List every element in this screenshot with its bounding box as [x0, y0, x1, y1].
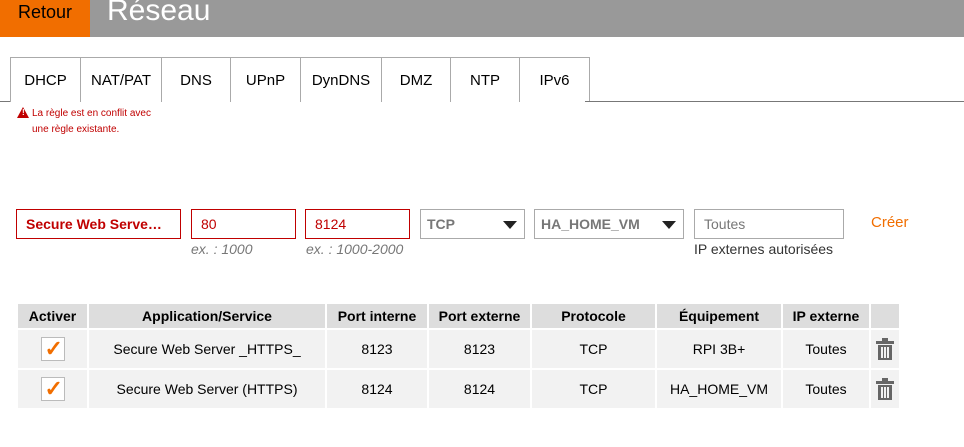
trash-icon[interactable] — [875, 377, 895, 401]
activate-cell: ✓ — [18, 370, 87, 408]
device-select-value: HA_HOME_VM — [541, 216, 640, 232]
service-select[interactable]: Secure Web Serve… — [16, 209, 181, 239]
protocol-select[interactable]: TCP — [420, 209, 525, 239]
device-cell: HA_HOME_VM — [657, 370, 781, 408]
tab-divider — [585, 101, 964, 102]
protocol-cell: TCP — [532, 370, 655, 408]
tab-dyndns[interactable]: DynDNS — [301, 57, 382, 102]
col-activate: Activer — [18, 304, 87, 328]
external-port-cell: 8123 — [429, 330, 530, 368]
col-protocol: Protocole — [532, 304, 655, 328]
create-button[interactable]: Créer — [871, 214, 909, 231]
tab-nat-pat[interactable]: NAT/PAT — [81, 57, 162, 102]
internal-port-input[interactable]: 80 — [191, 209, 296, 239]
chevron-down-icon — [662, 221, 676, 229]
service-cell: Secure Web Server _HTTPS_ — [89, 330, 325, 368]
internal-port-cell: 8123 — [327, 330, 427, 368]
external-ip-input[interactable]: Toutes — [694, 209, 844, 239]
external-port-hint: ex. : 1000-2000 — [306, 241, 404, 257]
delete-cell — [871, 330, 899, 368]
table-row: ✓ Secure Web Server _HTTPS_ 8123 8123 TC… — [18, 330, 899, 368]
tab-dmz[interactable]: DMZ — [382, 57, 451, 102]
top-bar: Retour Réseau — [0, 0, 964, 37]
activate-checkbox[interactable]: ✓ — [40, 376, 65, 401]
external-port-cell: 8124 — [429, 370, 530, 408]
internal-port-cell: 8124 — [327, 370, 427, 408]
page-title: Réseau — [107, 0, 211, 27]
device-select[interactable]: HA_HOME_VM — [534, 209, 684, 239]
check-icon: ✓ — [44, 336, 63, 361]
trash-icon[interactable] — [875, 337, 895, 361]
external-ip-cell: Toutes — [783, 370, 869, 408]
tab-bar: DHCP NAT/PAT DNS UPnP DynDNS DMZ NTP IPv… — [10, 57, 590, 102]
table-header-row: Activer Application/Service Port interne… — [18, 304, 899, 328]
tab-divider-left — [0, 101, 10, 102]
tab-dns[interactable]: DNS — [162, 57, 231, 102]
col-external-ip: IP externe — [783, 304, 869, 328]
col-internal-port: Port interne — [327, 304, 427, 328]
internal-port-hint: ex. : 1000 — [191, 241, 253, 257]
activate-checkbox[interactable]: ✓ — [40, 336, 65, 361]
col-service: Application/Service — [89, 304, 325, 328]
service-cell: Secure Web Server (HTTPS) — [89, 370, 325, 408]
device-cell: RPI 3B+ — [657, 330, 781, 368]
warning-text: La règle est en conflit avec une règle e… — [32, 108, 151, 135]
chevron-down-icon — [503, 221, 517, 229]
protocol-select-value: TCP — [427, 216, 455, 232]
tab-ntp[interactable]: NTP — [451, 57, 520, 102]
warning-icon: ! — [17, 107, 29, 118]
external-port-input[interactable]: 8124 — [305, 209, 410, 239]
delete-cell — [871, 370, 899, 408]
table-row: ✓ Secure Web Server (HTTPS) 8124 8124 TC… — [18, 370, 899, 408]
activate-cell: ✓ — [18, 330, 87, 368]
col-device: Équipement — [657, 304, 781, 328]
protocol-cell: TCP — [532, 330, 655, 368]
col-external-port: Port externe — [429, 304, 530, 328]
external-ip-hint: IP externes autorisées — [694, 241, 834, 257]
tab-dhcp[interactable]: DHCP — [10, 57, 81, 102]
col-actions — [871, 304, 899, 328]
tab-upnp[interactable]: UPnP — [231, 57, 301, 102]
rules-table: Activer Application/Service Port interne… — [16, 302, 901, 410]
tab-ipv6[interactable]: IPv6 — [520, 57, 590, 102]
check-icon: ✓ — [44, 376, 63, 401]
external-ip-cell: Toutes — [783, 330, 869, 368]
back-button[interactable]: Retour — [0, 0, 90, 37]
